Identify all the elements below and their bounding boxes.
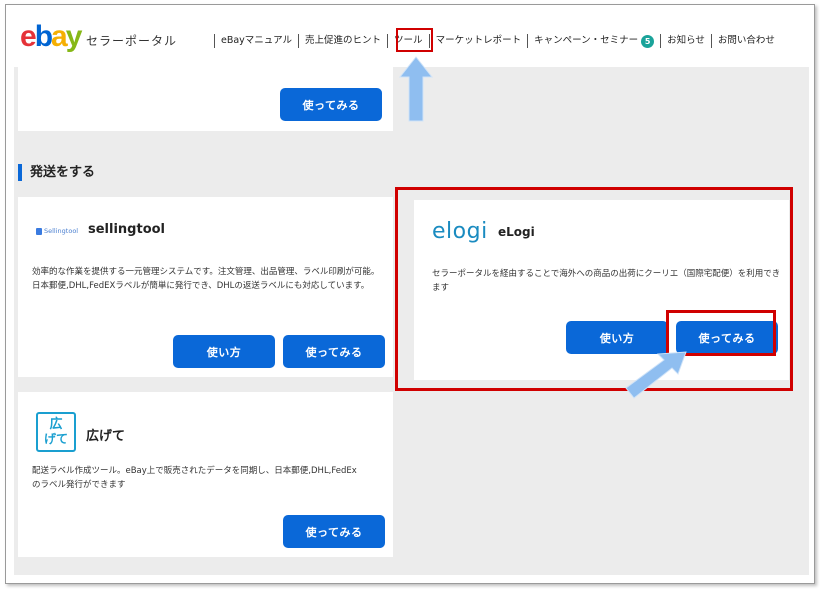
sellingtool-logo-icon [36, 227, 42, 235]
sellingtool-logo-text: Sellingtool [44, 227, 79, 235]
nav-item-market-report[interactable]: マーケットレポート [428, 34, 528, 48]
diagonal-arrow-annotation [625, 351, 687, 399]
hirogete-logo-text-1: 広 [49, 417, 63, 432]
hirogete-description: 配送ラベル作成ツール。eBay上で販売されたデータを同期し、日本郵便,DHL,F… [32, 466, 357, 490]
main-nav: eBayマニュアル 売上促進のヒント ツール マーケットレポート キャンペーン・… [214, 32, 781, 50]
hirogete-logo: 広 げて [36, 412, 76, 452]
nav-item-campaign-seminar[interactable]: キャンペーン・セミナー 5 [527, 34, 660, 48]
try-button[interactable]: 使ってみる [280, 88, 382, 121]
howto-button[interactable]: 使い方 [173, 335, 275, 368]
tool-card-sellingtool: Sellingtool sellingtool 効率的な作業を提供する一元管理シ… [18, 197, 393, 377]
nav-item-news[interactable]: お知らせ [660, 34, 711, 48]
sellingtool-title: sellingtool [88, 222, 166, 237]
tools-highlight-box [396, 28, 433, 52]
notification-badge: 5 [641, 34, 655, 48]
tool-card-hirogete: 広 げて 広げて 配送ラベル作成ツール。eBay上で販売されたデータを同期し、日… [18, 392, 393, 557]
section-title: 発送をする [18, 164, 95, 181]
ebay-logo[interactable]: ebay [20, 22, 82, 52]
browser-frame: ebay セラーポータル eBayマニュアル 売上促進のヒント ツール マーケッ… [5, 4, 815, 584]
hirogete-title: 広げて [86, 429, 126, 444]
try-button[interactable]: 使ってみる [283, 335, 385, 368]
hirogete-logo-text-2: げて [43, 432, 68, 446]
try-button[interactable]: 使ってみる [283, 515, 385, 548]
up-arrow-annotation [398, 56, 434, 122]
nav-item-sales-tips[interactable]: 売上促進のヒント [298, 34, 387, 48]
sellingtool-logo: Sellingtool [36, 227, 78, 235]
nav-item-manual[interactable]: eBayマニュアル [214, 34, 298, 48]
nav-item-contact[interactable]: お問い合わせ [710, 34, 781, 48]
elogi-card-highlight-box [395, 187, 793, 391]
tool-card-top: 使ってみる [18, 67, 393, 131]
portal-subtitle: セラーポータル [86, 34, 178, 48]
sellingtool-description: 効率的な作業を提供する一元管理システムです。注文管理、出品管理、ラベル印刷が可能… [32, 267, 380, 291]
